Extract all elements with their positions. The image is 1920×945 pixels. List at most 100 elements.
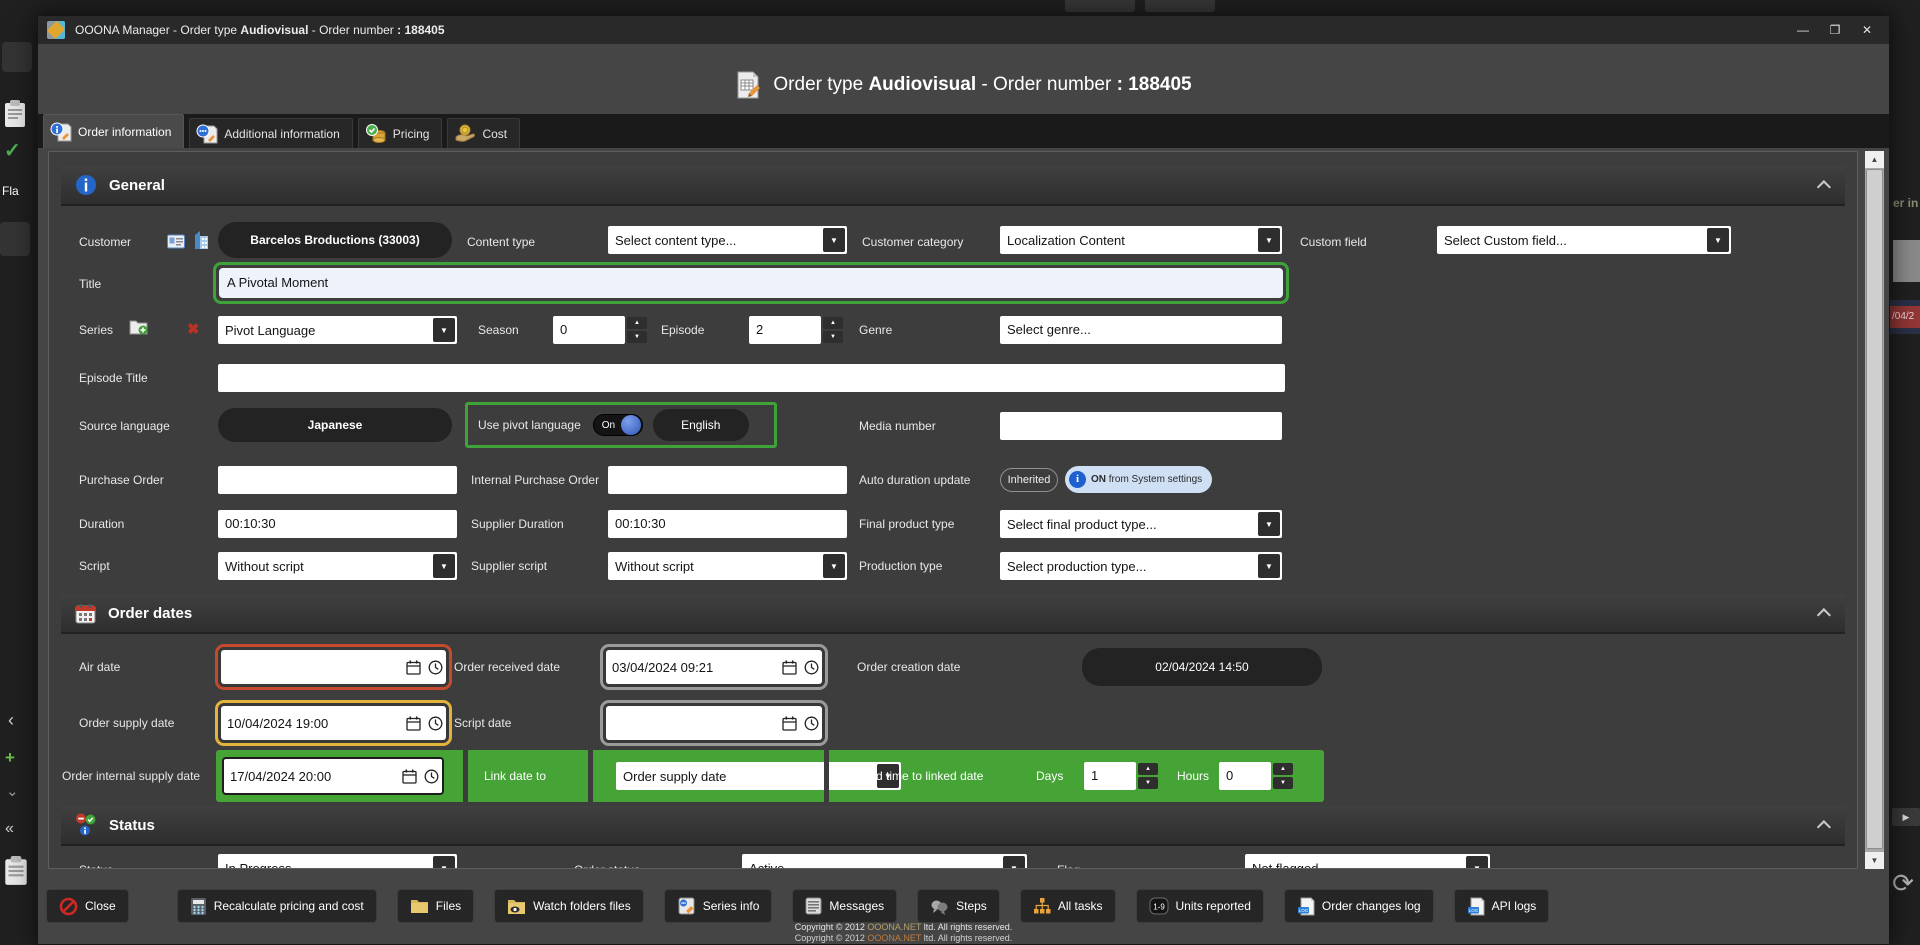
minimize-button[interactable]: — — [1787, 18, 1819, 42]
final-product-type-select[interactable]: Select final product type... ▼ — [1000, 510, 1282, 538]
season-value[interactable]: 0 — [553, 316, 625, 344]
hours-value[interactable]: 0 — [1219, 762, 1271, 790]
pivot-language-button[interactable]: English — [653, 409, 749, 441]
steps-button[interactable]: Steps — [917, 889, 1000, 923]
scrollbar-thumb[interactable] — [1866, 169, 1883, 849]
supplier-duration-input[interactable]: 00:10:30 — [608, 510, 847, 538]
order-internal-supply-date-field[interactable]: 17/04/2024 20:00 — [222, 757, 444, 795]
tab-pricing[interactable]: Pricing — [358, 118, 443, 148]
api-logs-button[interactable]: LOG API logs — [1454, 889, 1550, 923]
content-type-select[interactable]: Select content type... ▼ — [608, 226, 847, 254]
toggle-knob[interactable] — [621, 415, 641, 435]
dropdown-arrow-icon[interactable]: ▼ — [1258, 228, 1280, 252]
spin-up-icon[interactable]: ▲ — [627, 317, 647, 329]
episode-title-input[interactable] — [218, 364, 1285, 392]
use-pivot-toggle[interactable]: On — [593, 414, 643, 436]
window-titlebar[interactable]: OOONA Manager - Order type Audiovisual -… — [38, 16, 1889, 44]
refresh-icon[interactable]: ⟳ — [1886, 866, 1920, 900]
dropdown-arrow-icon[interactable]: ▼ — [823, 554, 845, 578]
tab-additional-information[interactable]: Additional information — [189, 118, 352, 148]
collapse-chevron-icon[interactable] — [1817, 608, 1831, 622]
genre-input[interactable]: Select genre... — [1000, 316, 1282, 344]
time-picker-icon[interactable] — [424, 650, 446, 684]
spin-down-icon[interactable]: ▼ — [823, 331, 843, 343]
close-button[interactable]: Close — [46, 889, 129, 923]
dropdown-arrow-icon[interactable]: ▼ — [823, 228, 845, 252]
duration-input[interactable]: 00:10:30 — [218, 510, 457, 538]
double-chevron-left-icon[interactable]: « — [5, 820, 14, 838]
close-window-button[interactable]: ✕ — [1851, 18, 1883, 42]
time-picker-icon[interactable] — [424, 706, 446, 740]
order-status-select[interactable]: Active ▼ — [742, 854, 1027, 869]
air-date-field[interactable] — [215, 644, 452, 690]
collapse-chevron-icon[interactable] — [1817, 820, 1831, 834]
messages-button[interactable]: Messages — [792, 889, 897, 923]
tab-cost[interactable]: Cost — [447, 118, 520, 148]
dropdown-arrow-icon[interactable]: ▼ — [1258, 512, 1280, 536]
scroll-down-icon[interactable]: ▼ — [1865, 852, 1884, 869]
series-folder-add-icon[interactable] — [129, 318, 149, 336]
custom-field-select[interactable]: Select Custom field... ▼ — [1437, 226, 1731, 254]
customer-value-button[interactable]: Barcelos Broductions (33003) — [218, 222, 452, 258]
dropdown-arrow-icon[interactable]: ▼ — [1003, 856, 1025, 869]
all-tasks-button[interactable]: All tasks — [1020, 889, 1116, 923]
dropdown-arrow-icon[interactable]: ▼ — [433, 856, 455, 869]
dropdown-arrow-icon[interactable]: ▼ — [1258, 554, 1280, 578]
vertical-scrollbar[interactable]: ▲ ▼ — [1865, 151, 1884, 869]
calendar-picker-icon[interactable] — [398, 759, 420, 793]
recalculate-pricing-button[interactable]: Recalculate pricing and cost — [177, 889, 377, 923]
title-input[interactable]: A Pivotal Moment — [219, 268, 1283, 298]
date-value[interactable]: 03/04/2024 09:21 — [606, 660, 778, 675]
calendar-picker-icon[interactable] — [778, 706, 800, 740]
customer-building-icon[interactable] — [193, 230, 210, 250]
chevron-down-icon[interactable]: ⌄ — [6, 782, 19, 800]
purchase-order-input[interactable] — [218, 466, 457, 494]
status-select[interactable]: In Progress ▼ — [218, 854, 457, 869]
spin-up-icon[interactable]: ▲ — [1138, 763, 1158, 775]
customer-card-icon[interactable] — [167, 234, 185, 249]
maximize-button[interactable]: ❐ — [1819, 18, 1851, 42]
arrow-right-icon[interactable]: ▶ — [1892, 808, 1920, 826]
dropdown-arrow-icon[interactable]: ▼ — [1707, 228, 1729, 252]
internal-purchase-order-input[interactable] — [608, 466, 847, 494]
order-supply-date-field[interactable]: 10/04/2024 19:00 — [215, 700, 452, 746]
section-status-header[interactable]: Status — [61, 806, 1845, 846]
calendar-picker-icon[interactable] — [778, 650, 800, 684]
chevron-left-icon[interactable]: ‹ — [8, 710, 14, 731]
order-changes-log-button[interactable]: LOG Order changes log — [1284, 889, 1434, 923]
production-type-select[interactable]: Select production type... ▼ — [1000, 552, 1282, 580]
dropdown-arrow-icon[interactable]: ▼ — [433, 554, 455, 578]
series-select[interactable]: Pivot Language ▼ — [218, 316, 457, 344]
series-info-button[interactable]: Series info — [664, 889, 773, 923]
date-value[interactable]: 10/04/2024 19:00 — [221, 716, 402, 731]
days-stepper[interactable]: 1 ▲ ▼ — [1084, 762, 1158, 790]
spin-up-icon[interactable]: ▲ — [823, 317, 843, 329]
add-icon[interactable]: + — [5, 748, 15, 768]
time-picker-icon[interactable] — [800, 650, 822, 684]
scroll-up-icon[interactable]: ▲ — [1865, 151, 1884, 168]
customer-category-select[interactable]: Localization Content ▼ — [1000, 226, 1282, 254]
tab-order-information[interactable]: Order information — [43, 114, 184, 148]
episode-value[interactable]: 2 — [749, 316, 821, 344]
spin-down-icon[interactable]: ▼ — [1273, 777, 1293, 789]
watch-folders-files-button[interactable]: Watch folders files — [494, 889, 644, 923]
media-number-input[interactable] — [1000, 412, 1282, 440]
section-general-header[interactable]: General — [61, 166, 1845, 206]
flag-select[interactable]: Not flagged ▼ — [1245, 854, 1490, 869]
script-date-field[interactable] — [600, 700, 828, 746]
spin-down-icon[interactable]: ▼ — [1138, 777, 1158, 789]
supplier-script-select[interactable]: Without script ▼ — [608, 552, 847, 580]
calendar-picker-icon[interactable] — [402, 650, 424, 684]
section-order-dates-header[interactable]: Order dates — [61, 594, 1845, 634]
date-value[interactable]: 17/04/2024 20:00 — [224, 769, 398, 784]
dropdown-arrow-icon[interactable]: ▼ — [1466, 856, 1488, 869]
script-select[interactable]: Without script ▼ — [218, 552, 457, 580]
time-picker-icon[interactable] — [420, 759, 442, 793]
files-button[interactable]: Files — [397, 889, 474, 923]
spin-up-icon[interactable]: ▲ — [1273, 763, 1293, 775]
hours-stepper[interactable]: 0 ▲ ▼ — [1219, 762, 1293, 790]
collapse-chevron-icon[interactable] — [1817, 180, 1831, 194]
episode-stepper[interactable]: 2 ▲ ▼ — [749, 316, 843, 344]
order-received-date-field[interactable]: 03/04/2024 09:21 — [600, 644, 828, 690]
season-stepper[interactable]: 0 ▲ ▼ — [553, 316, 647, 344]
